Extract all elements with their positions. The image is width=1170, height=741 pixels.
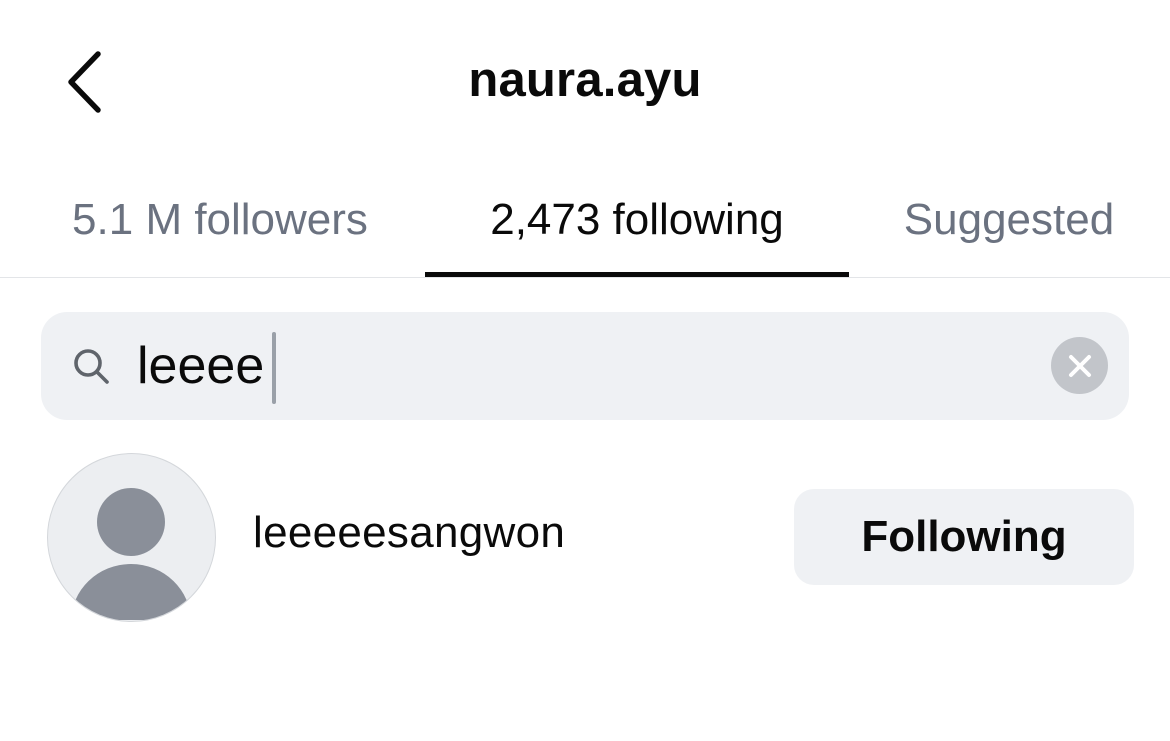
tabs-divider (0, 277, 1170, 278)
following-list-screen: naura.ayu 5.1 M followers 2,473 followin… (0, 0, 1170, 741)
text-cursor (272, 332, 276, 404)
list-item[interactable]: leeeeesangwon Following (0, 450, 1170, 625)
tab-following[interactable]: 2,473 following (425, 165, 849, 275)
tab-bar: 5.1 M followers 2,473 following Suggeste… (0, 165, 1170, 279)
following-button[interactable]: Following (794, 489, 1134, 585)
search-bar[interactable] (41, 312, 1129, 420)
tab-followers[interactable]: 5.1 M followers (35, 165, 405, 275)
default-avatar-icon (71, 488, 191, 621)
clear-icon (1068, 354, 1091, 377)
tab-suggested[interactable]: Suggested (868, 165, 1150, 275)
avatar[interactable] (47, 453, 216, 622)
header: naura.ayu (0, 0, 1170, 165)
page-title: naura.ayu (468, 53, 702, 107)
clear-search-button[interactable] (1051, 337, 1108, 394)
username[interactable]: leeeeesangwon (253, 508, 565, 558)
search-icon (74, 349, 109, 384)
